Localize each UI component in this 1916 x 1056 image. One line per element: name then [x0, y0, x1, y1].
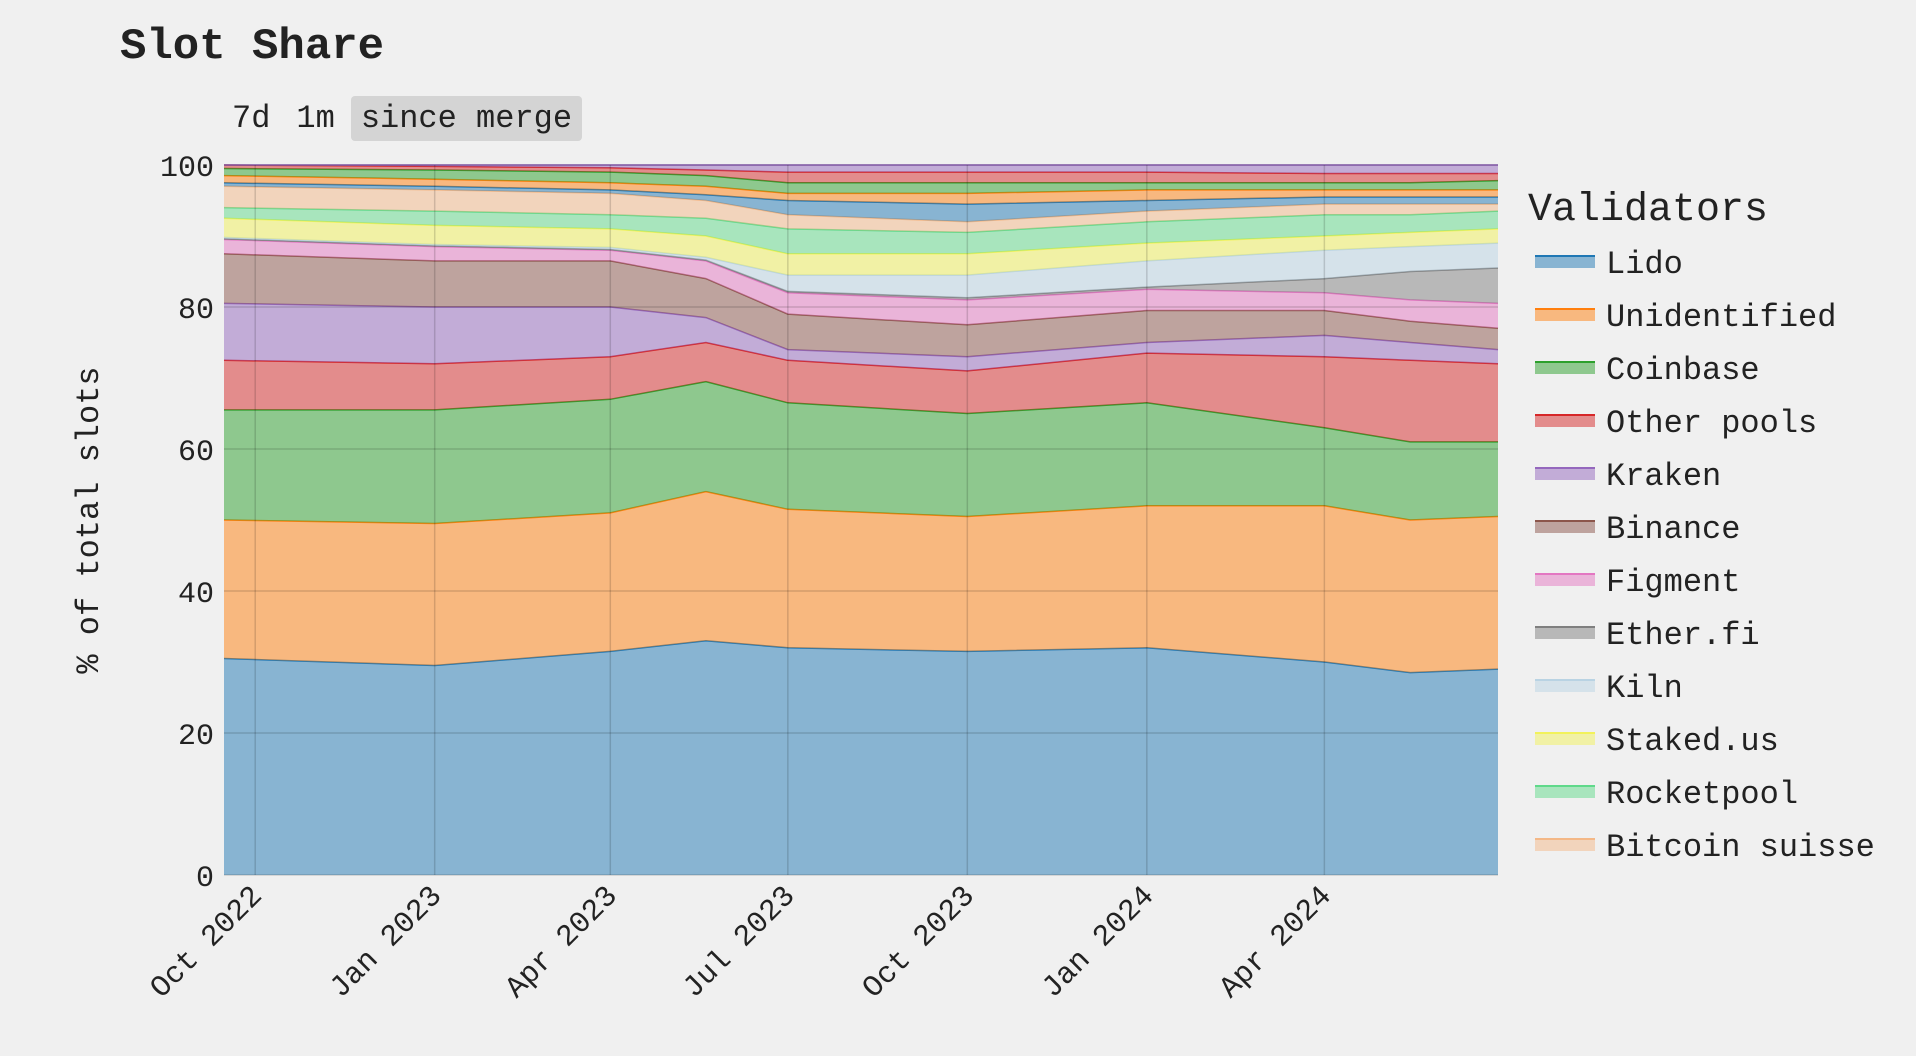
- legend-item[interactable]: Binance: [1535, 511, 1740, 548]
- legend-item[interactable]: Ether.fi: [1535, 617, 1760, 654]
- x-tick-label: Oct 2022: [144, 880, 270, 1006]
- legend-label: Coinbase: [1606, 352, 1760, 389]
- legend-label: Unidentified: [1606, 299, 1836, 336]
- legend-swatch: [1535, 415, 1595, 427]
- y-tick-label: 20: [178, 720, 214, 754]
- legend-item[interactable]: Lido: [1535, 246, 1683, 283]
- area-lido: [224, 640, 1498, 875]
- legend-title: Validators: [1528, 188, 1768, 233]
- legend-item[interactable]: Unidentified: [1535, 299, 1836, 336]
- y-axis-label: % of total slots: [71, 366, 108, 673]
- legend-swatch: [1535, 680, 1595, 692]
- legend-swatch: [1535, 521, 1595, 533]
- legend-label: Figment: [1606, 564, 1740, 601]
- y-tick-label: 0: [196, 862, 214, 896]
- x-tick-label: Jan 2024: [1036, 880, 1162, 1006]
- legend-label: Lido: [1606, 246, 1683, 283]
- legend-swatch: [1535, 574, 1595, 586]
- legend-item[interactable]: Bitcoin suisse: [1535, 829, 1875, 866]
- legend-item[interactable]: Staked.us: [1535, 723, 1779, 760]
- x-tick-label: Apr 2023: [499, 880, 625, 1006]
- legend-label: Binance: [1606, 511, 1740, 548]
- legend-swatch: [1535, 309, 1595, 321]
- legend-item[interactable]: Rocketpool: [1535, 776, 1798, 813]
- legend-label: Ether.fi: [1606, 617, 1760, 654]
- legend-swatch: [1535, 256, 1595, 268]
- x-tick-label: Oct 2023: [857, 880, 983, 1006]
- legend-label: Bitcoin suisse: [1606, 829, 1875, 866]
- y-tick-label: 40: [178, 578, 214, 612]
- legend-item[interactable]: Coinbase: [1535, 352, 1760, 389]
- y-tick-label: 60: [178, 436, 214, 470]
- legend-swatch: [1535, 839, 1595, 851]
- y-tick-label: 80: [178, 294, 214, 328]
- legend-label: Staked.us: [1606, 723, 1779, 760]
- legend-item[interactable]: Kiln: [1535, 670, 1683, 707]
- x-tick-label: Jul 2023: [677, 880, 803, 1006]
- legend-swatch: [1535, 468, 1595, 480]
- stacked-area-chart: 0 20 40 60 80 100 Oct 2022 Jan 2023 Apr 2023 Jul …: [71, 152, 1875, 1006]
- legend-item[interactable]: Figment: [1535, 564, 1740, 601]
- legend-label: Other pools: [1606, 405, 1817, 442]
- legend-swatch: [1535, 786, 1595, 798]
- legend-label: Kiln: [1606, 670, 1683, 707]
- legend: Validators Lido Unidentified Coinbase Other …: [1528, 188, 1875, 866]
- legend-swatch: [1535, 627, 1595, 639]
- y-tick-label: 100: [160, 152, 214, 186]
- legend-label: Rocketpool: [1606, 776, 1798, 813]
- legend-swatch: [1535, 362, 1595, 374]
- legend-swatch: [1535, 733, 1595, 745]
- x-tick-label: Apr 2024: [1214, 880, 1340, 1006]
- x-tick-label: Jan 2023: [324, 880, 450, 1006]
- legend-label: Kraken: [1606, 458, 1721, 495]
- legend-item[interactable]: Kraken: [1535, 458, 1721, 495]
- legend-item[interactable]: Other pools: [1535, 405, 1817, 442]
